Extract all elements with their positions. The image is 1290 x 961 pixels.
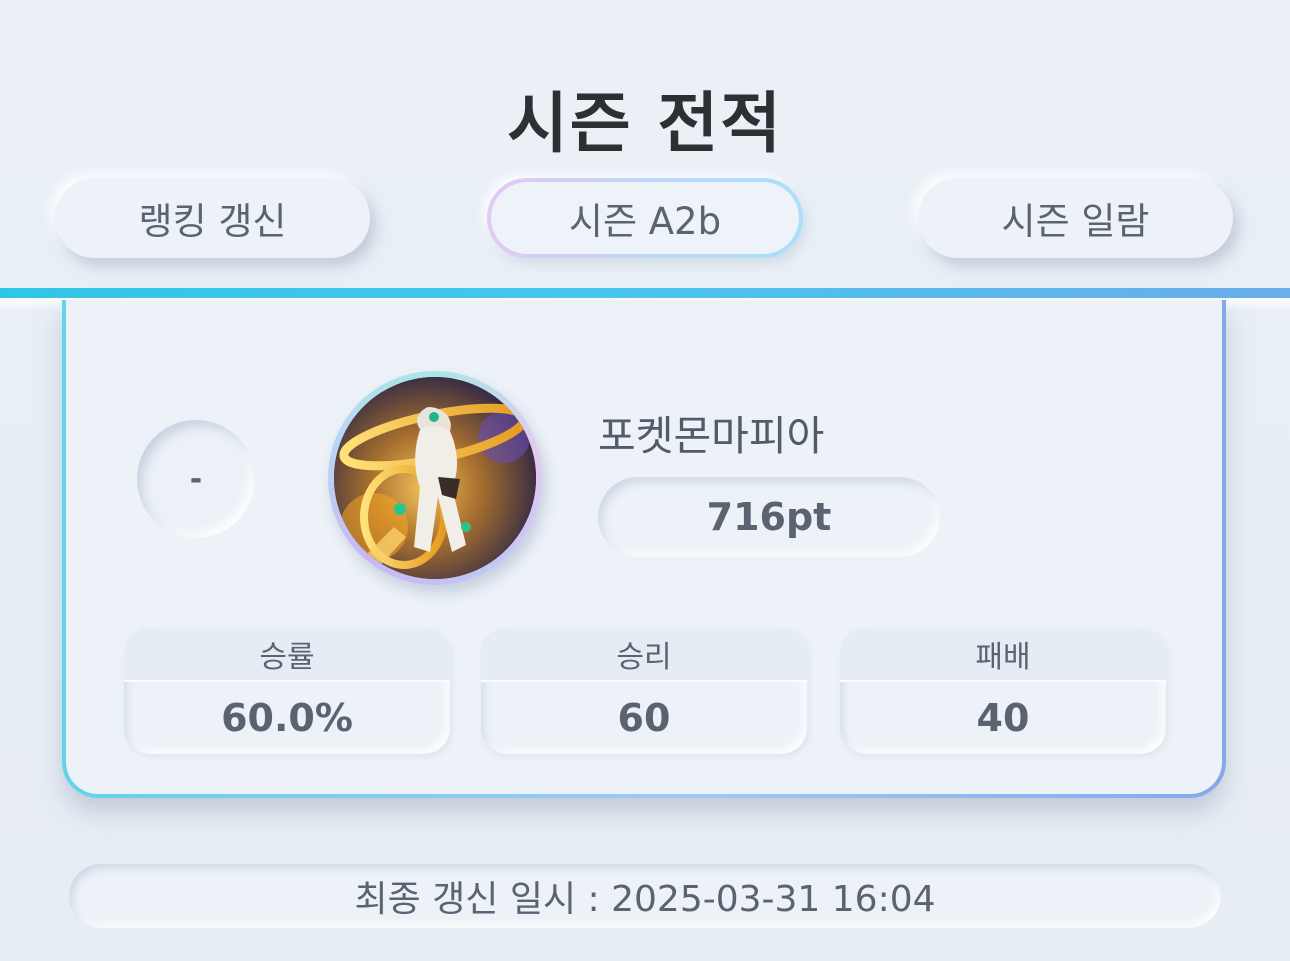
stat-wins: 승리 60: [481, 628, 807, 754]
last-updated-bar: 최종 갱신 일시 : 2025-03-31 16:04: [69, 864, 1221, 928]
stat-label: 승리: [481, 628, 807, 682]
stat-value: 60.0%: [221, 696, 353, 740]
stat-losses: 패배 40: [840, 628, 1166, 754]
season-list-button[interactable]: 시즌 일람: [918, 178, 1233, 258]
stat-value: 40: [976, 696, 1030, 740]
season-selector-button[interactable]: 시즌 A2b: [487, 178, 803, 258]
season-list-label: 시즌 일람: [1001, 200, 1150, 243]
stat-label: 승률: [124, 628, 450, 682]
player-name: 포켓몬마피아: [598, 412, 825, 460]
points-value: 716pt: [706, 495, 832, 539]
rank-value: -: [189, 461, 203, 497]
avatar-frame: [328, 371, 542, 585]
header-divider: [0, 288, 1290, 298]
season-selector-label: 시즌 A2b: [568, 200, 722, 243]
avatar-image: [334, 377, 536, 579]
points-badge: 716pt: [598, 477, 940, 557]
refresh-ranking-button[interactable]: 랭킹 갱신: [55, 178, 370, 258]
page-title: 시즌 전적: [507, 85, 783, 162]
avatar: [334, 377, 536, 579]
refresh-ranking-label: 랭킹 갱신: [138, 200, 287, 243]
stat-win-rate: 승률 60.0%: [124, 628, 450, 754]
last-updated-text: 최종 갱신 일시 : 2025-03-31 16:04: [354, 879, 936, 920]
stat-label: 패배: [840, 628, 1166, 682]
rank-badge: -: [137, 420, 255, 538]
stat-value: 60: [617, 696, 671, 740]
